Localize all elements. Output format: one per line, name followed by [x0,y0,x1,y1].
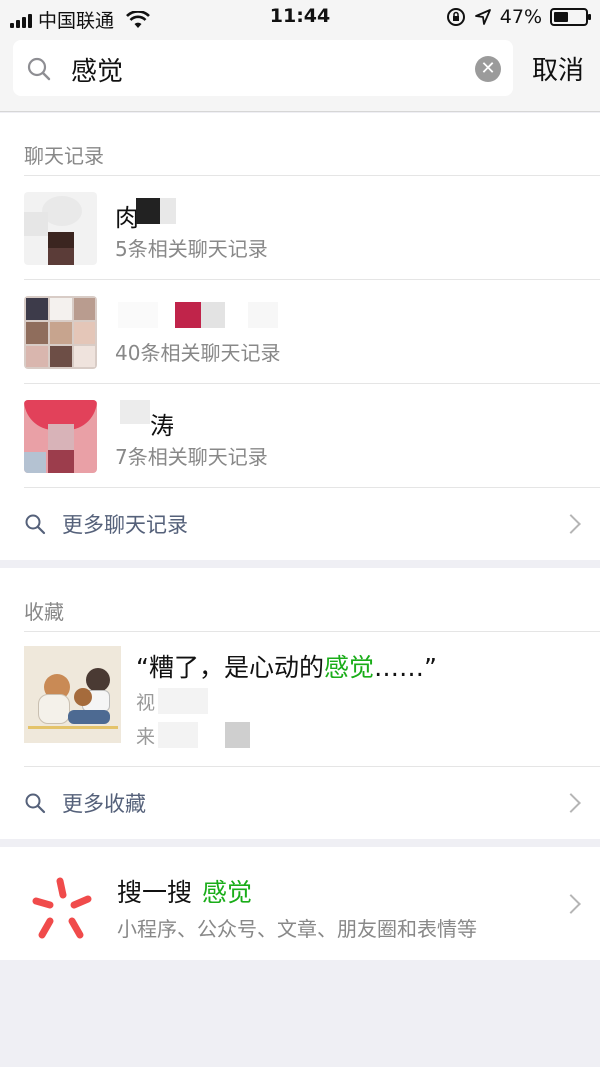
chevron-right-icon [561,793,581,813]
battery-percent: 47% [499,6,542,28]
search-header: 感觉 ✕ 取消 [0,34,600,112]
quote-text: “糟了，是心动的 [136,653,324,682]
avatar [24,400,97,473]
orientation-lock-icon [446,8,465,26]
chat-match-count: 40条相关聊天记录 [115,341,281,365]
quote-text-end: ……” [373,653,437,682]
search-icon [25,793,46,814]
favorite-source: 视 [136,692,156,714]
search-input[interactable]: 感觉 ✕ [13,40,513,96]
more-favorites-label: 更多收藏 [62,792,146,816]
avatar [24,296,97,369]
favorite-item[interactable]: “糟了，是心动的感觉……” 视 来 [0,632,600,766]
chat-match-count: 7条相关聊天记录 [115,445,268,469]
more-chat-history-link[interactable]: 更多聊天记录 [0,488,600,558]
cancel-button[interactable]: 取消 [532,50,584,87]
sousou-label: 搜一搜 [117,878,193,907]
more-favorites-link[interactable]: 更多收藏 [0,767,600,837]
chevron-right-icon [561,894,581,914]
more-chat-history-label: 更多聊天记录 [62,513,188,537]
section-title-favorites: 收藏 [24,600,64,624]
sousou-title: 搜一搜 感觉 [117,873,252,909]
search-icon [27,57,51,81]
sousou-logo-icon [32,877,92,939]
sousou-keyword: 感觉 [202,878,253,907]
status-right: 47% [446,6,591,28]
favorite-origin: 来 [136,726,156,748]
chat-result-row[interactable]: 肉 5条相关聊天记录 [0,176,600,280]
sousou-entry[interactable]: 搜一搜 感觉 小程序、公众号、文章、朋友圈和表情等 [0,847,600,960]
sousou-description: 小程序、公众号、文章、朋友圈和表情等 [117,917,477,941]
chat-history-section: 聊天记录 肉 5条相关聊天记录 40条相关聊天记录 涛 7条相关聊天记录 更多聊… [0,113,600,560]
chat-name: 涛 [150,412,174,440]
favorites-section: 收藏 “糟了，是心动的感觉……” 视 来 更多收藏 [0,568,600,839]
location-arrow-icon [474,9,491,25]
quote-highlight: 感觉 [323,653,374,682]
chat-result-row[interactable]: 涛 7条相关聊天记录 [0,384,600,488]
status-bar: 中国联通 11:44 47% [0,0,600,34]
clear-icon[interactable]: ✕ [475,56,501,82]
chat-result-row[interactable]: 40条相关聊天记录 [0,280,600,384]
battery-icon [550,8,591,26]
chat-match-count: 5条相关聊天记录 [115,237,268,261]
chevron-right-icon [561,514,581,534]
favorite-quote: “糟了，是心动的感觉……” [136,648,437,684]
search-query[interactable]: 感觉 [71,51,123,88]
avatar [24,192,97,265]
favorite-thumbnail [24,646,121,743]
search-icon [25,514,46,535]
section-title-chat: 聊天记录 [24,144,104,168]
